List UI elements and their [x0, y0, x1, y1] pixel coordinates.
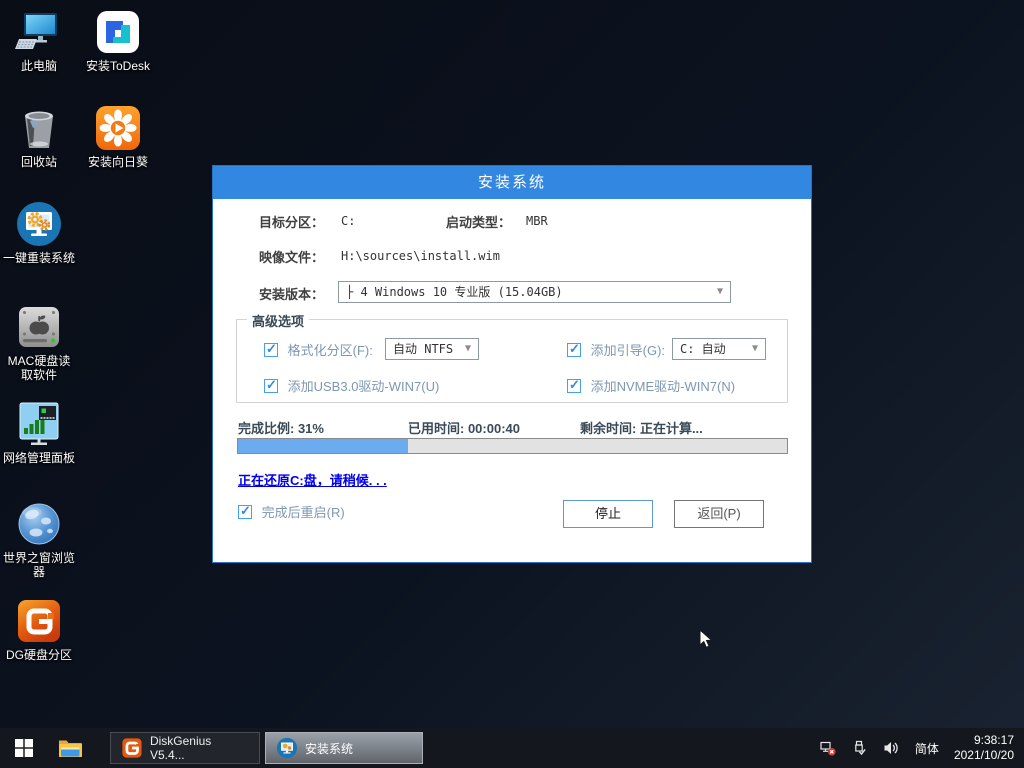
sunflower-icon — [94, 104, 142, 152]
desktop-icon-one-click-reinstall[interactable]: 一键重装系统 — [0, 200, 78, 265]
dialog-body: 目标分区： C: 启动类型： MBR 映像文件： H:\sources\inst… — [213, 199, 811, 563]
add-boot-checkbox[interactable] — [567, 343, 581, 357]
clock-time: 9:38:17 — [954, 733, 1014, 748]
advanced-options-title: 高级选项 — [247, 311, 309, 330]
system-tray: 简体 9:38:17 2021/10/20 — [820, 733, 1024, 763]
progress-percent-text: 完成比例: 31% — [238, 418, 324, 437]
advanced-options-group: 高级选项 格式化分区(F): 自动 NTFS ▼ 添加引导(G): C: 自动 … — [236, 319, 788, 403]
diskgenius-icon — [15, 597, 63, 645]
desktop-icon-label: 安装向日葵 — [79, 155, 157, 169]
chevron-down-icon: ▼ — [465, 339, 471, 359]
desktop-icon-install-sunflower[interactable]: 安装向日葵 — [79, 104, 157, 169]
dialog-titlebar[interactable]: 安装系统 — [213, 166, 811, 199]
usb3-driver-checkbox[interactable] — [264, 379, 278, 393]
usb3-driver-option: 添加USB3.0驱动-WIN7(U) — [264, 376, 439, 395]
desktop-icon-label: MAC硬盘读取软件 — [6, 354, 72, 382]
desktop-icon-label: DG硬盘分区 — [0, 648, 78, 662]
elapsed-time-text: 已用时间: 00:00:40 — [408, 418, 520, 437]
reboot-option: 完成后重启(R) — [238, 502, 345, 521]
nvme-driver-label: 添加NVME驱动-WIN7(N) — [591, 379, 735, 394]
file-explorer-button[interactable] — [48, 728, 92, 768]
image-file-value: H:\sources\install.wim — [341, 249, 500, 263]
desktop-icon-world-window-browser[interactable]: 世界之窗浏览器 — [0, 500, 78, 579]
reinstall-system-icon — [15, 200, 63, 248]
network-panel-icon — [15, 400, 63, 448]
add-boot-option: 添加引导(G): — [567, 340, 665, 359]
taskbar-window-label: 安装系统 — [305, 740, 353, 757]
network-disconnected-icon[interactable] — [820, 740, 836, 756]
windows-logo-icon — [15, 739, 33, 757]
chevron-down-icon: ▼ — [717, 282, 723, 302]
reboot-checkbox[interactable] — [238, 505, 252, 519]
nvme-driver-checkbox[interactable] — [567, 379, 581, 393]
boot-type-label: 启动类型： — [446, 212, 511, 231]
volume-icon[interactable] — [882, 740, 900, 756]
globe-browser-icon — [15, 500, 63, 548]
desktop-icon-mac-disk-reader[interactable]: MAC硬盘读取软件 — [0, 303, 78, 382]
usb3-driver-label: 添加USB3.0驱动-WIN7(U) — [288, 379, 440, 394]
taskbar-clock[interactable]: 9:38:17 2021/10/20 — [954, 733, 1014, 763]
nvme-driver-option: 添加NVME驱动-WIN7(N) — [567, 376, 735, 395]
install-system-icon — [276, 737, 298, 759]
desktop-icon-recycle-bin[interactable]: 回收站 — [0, 104, 78, 169]
desktop: { "desktop": { "icons": [ { "name": "thi… — [0, 0, 1024, 768]
taskbar-window-label: DiskGenius V5.4... — [150, 734, 249, 762]
taskbar-window-install-system[interactable]: 安装系统 — [265, 732, 423, 764]
this-pc-icon — [15, 8, 63, 56]
boot-target-value: C: 自动 — [680, 342, 726, 356]
mouse-cursor — [699, 629, 713, 649]
reboot-label: 完成后重启(R) — [262, 505, 345, 520]
clock-date: 2021/10/20 — [954, 748, 1014, 763]
install-version-label: 安装版本： — [259, 284, 324, 303]
format-partition-label: 格式化分区(F): — [288, 343, 373, 358]
format-partition-option: 格式化分区(F): — [264, 340, 373, 359]
taskbar: DiskGenius V5.4... 安装系统 — [0, 728, 1024, 768]
image-file-label: 映像文件： — [259, 247, 324, 266]
install-version-dropdown[interactable]: ├ 4 Windows 10 专业版 (15.04GB) ▼ — [338, 281, 731, 303]
desktop-icon-label: 此电脑 — [0, 59, 78, 73]
file-explorer-icon — [58, 738, 82, 758]
desktop-icon-install-todesk[interactable]: 安装ToDesk — [79, 8, 157, 73]
format-type-dropdown[interactable]: 自动 NTFS ▼ — [385, 338, 479, 360]
add-boot-label: 添加引导(G): — [591, 343, 665, 358]
boot-target-dropdown[interactable]: C: 自动 ▼ — [672, 338, 766, 360]
desktop-icon-label: 一键重装系统 — [0, 251, 78, 265]
progress-bar — [237, 438, 788, 454]
desktop-icon-label: 安装ToDesk — [79, 59, 157, 73]
taskbar-window-diskgenius[interactable]: DiskGenius V5.4... — [110, 732, 260, 764]
progress-fill — [238, 439, 408, 453]
desktop-icon-label: 网络管理面板 — [0, 451, 78, 465]
boot-type-value: MBR — [526, 214, 548, 228]
format-type-value: 自动 NTFS — [393, 342, 453, 356]
start-button[interactable] — [0, 728, 48, 768]
chevron-down-icon: ▼ — [752, 339, 758, 359]
desktop-icon-label: 回收站 — [0, 155, 78, 169]
ime-indicator[interactable]: 简体 — [915, 740, 939, 757]
desktop-icon-this-pc[interactable]: 此电脑 — [0, 8, 78, 73]
recycle-bin-icon — [15, 104, 63, 152]
target-partition-value: C: — [341, 214, 355, 228]
todesk-icon — [94, 8, 142, 56]
install-version-value: ├ 4 Windows 10 专业版 (15.04GB) — [346, 285, 563, 299]
desktop-icon-network-panel[interactable]: 网络管理面板 — [0, 400, 78, 465]
diskgenius-icon — [121, 737, 143, 759]
remaining-time-text: 剩余时间: 正在计算... — [580, 418, 703, 437]
stop-button[interactable]: 停止 — [563, 500, 653, 528]
target-partition-label: 目标分区： — [259, 212, 324, 231]
install-system-dialog: 安装系统 目标分区： C: 启动类型： MBR 映像文件： H:\sources… — [212, 165, 812, 563]
desktop-icon-label: 世界之窗浏览器 — [0, 551, 78, 579]
back-button[interactable]: 返回(P) — [674, 500, 764, 528]
format-partition-checkbox[interactable] — [264, 343, 278, 357]
status-text: 正在还原C:盘，请稍候. . . — [238, 470, 387, 489]
desktop-icon-dg-partition[interactable]: DG硬盘分区 — [0, 597, 78, 662]
usb-eject-icon[interactable] — [851, 740, 867, 756]
mac-disk-icon — [15, 303, 63, 351]
